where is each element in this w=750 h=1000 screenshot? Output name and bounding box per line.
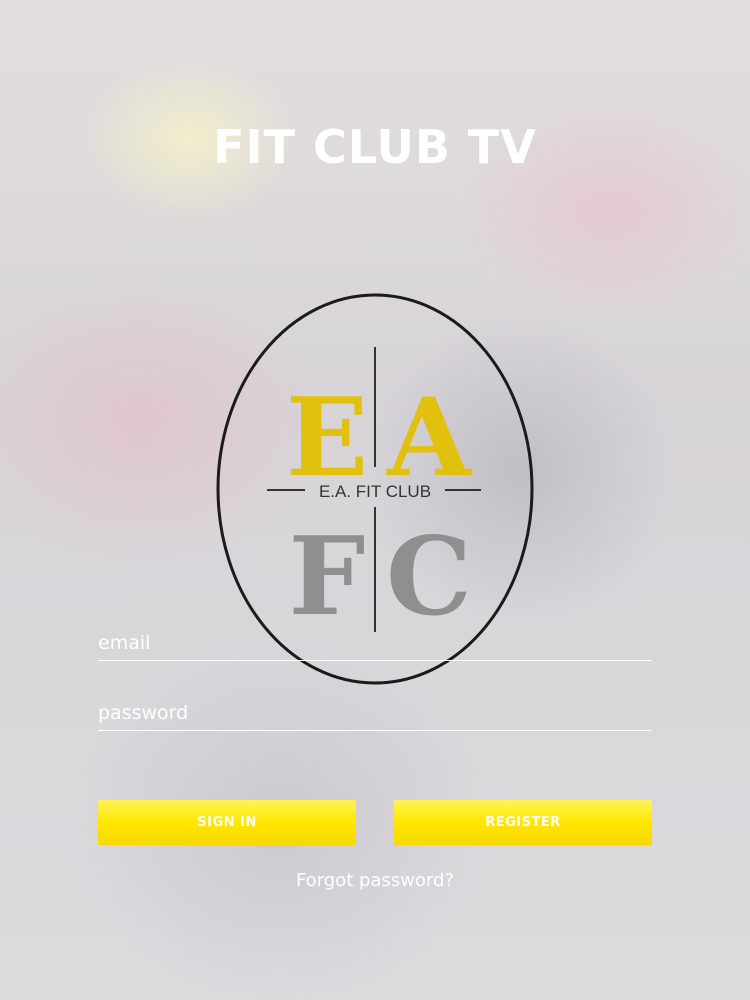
password-input[interactable] [98, 702, 652, 724]
sign-in-button[interactable]: SIGN IN [98, 800, 356, 845]
email-field-container [98, 616, 652, 661]
password-field-container [98, 686, 652, 731]
register-button[interactable]: REGISTER [394, 800, 652, 845]
logo-banner: E.A. FIT CLUB [319, 482, 431, 501]
sign-in-label: SIGN IN [197, 815, 257, 830]
register-label: REGISTER [485, 815, 561, 830]
app-title: FIT CLUB TV [213, 120, 537, 174]
email-input[interactable] [98, 632, 652, 654]
forgot-password-link[interactable]: Forgot password? [0, 870, 750, 891]
